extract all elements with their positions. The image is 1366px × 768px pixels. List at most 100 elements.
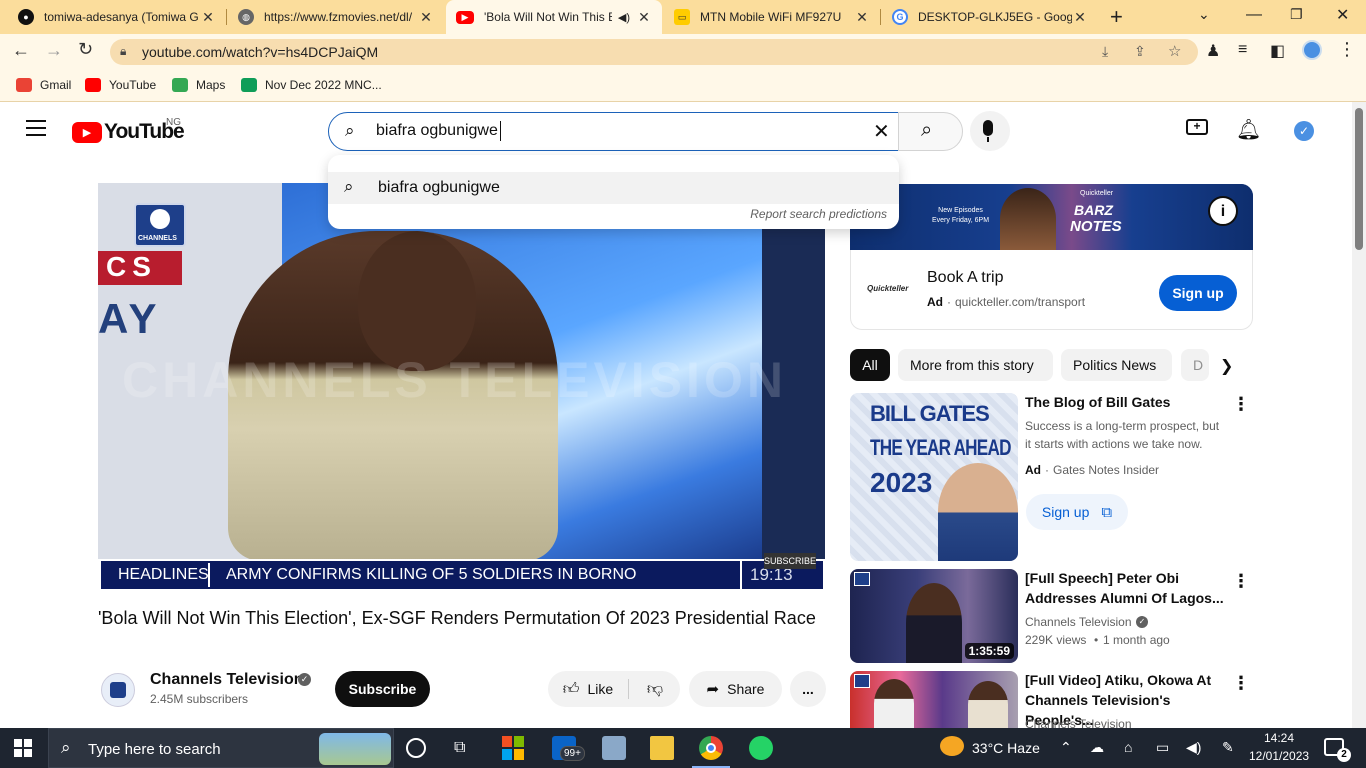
chrome-menu-icon[interactable]: ⋮	[1338, 39, 1356, 60]
close-icon[interactable]: ✕	[1072, 9, 1088, 26]
related-channel[interactable]: Channels Television	[1025, 613, 1132, 631]
ad-title[interactable]: Book A trip	[927, 269, 1004, 287]
forward-icon[interactable]: →	[45, 40, 63, 61]
notifications-bell-icon[interactable]: 🔔︎	[1236, 117, 1261, 142]
network-icon[interactable]: ⌂	[1124, 739, 1132, 755]
weather-text[interactable]: 33°C Haze	[972, 740, 1040, 756]
share-button[interactable]: ➦ Share	[689, 671, 782, 707]
github-icon: ●	[18, 9, 34, 25]
tab-separator	[226, 9, 227, 25]
related-signup-button[interactable]: Sign up ⧉	[1026, 494, 1128, 530]
chip-more-from-story[interactable]: More from this story	[898, 349, 1053, 381]
url-text[interactable]: youtube.com/watch?v=hs4DCPJaiQM	[142, 44, 378, 60]
chips-next-arrow-icon[interactable]: ❯	[1220, 356, 1233, 376]
peter-obi-thumbnail[interactable]: 1:35:59	[850, 569, 1018, 663]
channel-name[interactable]: Channels Television	[150, 671, 304, 689]
related-description: Success is a long-term prospect, but it …	[1025, 419, 1220, 451]
clock-time[interactable]: 14:24	[1264, 731, 1294, 745]
search-input-value[interactable]: biafra ogbunigwe	[376, 122, 498, 140]
clear-search-icon[interactable]: ✕	[873, 119, 890, 144]
bookmark-gmail[interactable]: Gmail	[16, 76, 71, 94]
chip-partial[interactable]: D	[1181, 349, 1209, 381]
bookmark-sheet[interactable]: Nov Dec 2022 MNC...	[241, 76, 382, 94]
microsoft-store-icon[interactable]	[502, 736, 526, 760]
subscribe-watermark[interactable]: SUBSCRIBE	[764, 553, 816, 569]
video-player[interactable]: CS AY CHANNELS CHANNELS TELEVISION	[98, 183, 825, 591]
speaker-icon[interactable]: ◀)	[618, 11, 630, 24]
channel-avatar[interactable]	[101, 673, 135, 707]
tray-expand-icon[interactable]: ⌃	[1060, 739, 1072, 756]
whatsapp-icon[interactable]	[749, 736, 773, 760]
onedrive-icon[interactable]: ☁	[1090, 739, 1104, 756]
search-icon: ⌕	[345, 121, 355, 140]
browser-tab-mtn[interactable]: ▭ MTN Mobile WiFi MF927U ✕	[664, 0, 880, 34]
atiku-thumbnail[interactable]	[850, 671, 1018, 728]
battery-icon[interactable]: ▭	[1156, 739, 1169, 756]
dislike-button[interactable]: 👎︎	[630, 671, 680, 707]
profile-avatar[interactable]	[1302, 40, 1322, 60]
photos-icon[interactable]	[602, 736, 626, 760]
browser-tab-fzmovies[interactable]: ◍ https://www.fzmovies.net/dl/ ✕	[228, 0, 444, 34]
maps-icon	[172, 78, 188, 92]
ad-banner[interactable]: New Episodes Every Friday, 6PM Quicktell…	[850, 184, 1253, 250]
install-icon[interactable]: ⤓	[1102, 43, 1108, 60]
cortana-icon[interactable]	[406, 738, 426, 758]
new-tab-button[interactable]: +	[1110, 4, 1123, 30]
related-title[interactable]: [Full Speech] Peter Obi Addresses Alumni…	[1025, 568, 1225, 608]
back-icon[interactable]: ←	[12, 40, 30, 61]
volume-icon[interactable]: ◀)	[1186, 739, 1201, 756]
taskbar-search-box[interactable]: ⌕ Type here to search	[48, 728, 394, 768]
ad-signup-button[interactable]: Sign up	[1159, 275, 1237, 311]
pen-icon[interactable]: ✎	[1222, 739, 1234, 756]
close-icon[interactable]: ✕	[636, 9, 652, 26]
news-ticker: HEADLINES ARMY CONFIRMS KILLING OF 5 SOL…	[98, 553, 825, 591]
related-title[interactable]: The Blog of Bill Gates	[1025, 392, 1225, 412]
file-explorer-icon[interactable]	[650, 736, 674, 760]
chip-politics-news[interactable]: Politics News	[1061, 349, 1172, 381]
close-icon[interactable]: ✕	[854, 9, 870, 26]
lock-icon[interactable]: 🔒︎	[120, 44, 126, 59]
like-button[interactable]: 👍︎ Like	[548, 671, 628, 707]
windows-start-icon[interactable]	[14, 739, 32, 757]
search-input[interactable]: ⌕ biafra ogbunigwe ✕	[328, 112, 899, 151]
ad-info-icon[interactable]: i	[1208, 196, 1238, 226]
side-panel-icon[interactable]: ◧	[1270, 41, 1285, 61]
voice-search-button[interactable]	[970, 111, 1010, 151]
browser-tab-youtube[interactable]: ▶ 'Bola Will Not Win This E ◀) ✕	[446, 0, 662, 34]
create-video-icon[interactable]: +	[1186, 119, 1208, 135]
chrome-icon[interactable]	[699, 736, 723, 760]
weather-icon[interactable]	[940, 736, 964, 756]
reload-icon[interactable]: ↻	[78, 39, 93, 60]
window-close-button[interactable]: ✕	[1336, 5, 1349, 25]
task-view-icon[interactable]: ⧉	[454, 739, 465, 757]
more-options-icon[interactable]: ⋮	[1232, 394, 1250, 415]
extension-icon[interactable]: ♟	[1206, 41, 1220, 61]
more-options-icon[interactable]: ⋮	[1232, 571, 1250, 592]
close-icon[interactable]: ✕	[418, 9, 434, 26]
more-options-icon[interactable]: ⋮	[1232, 673, 1250, 694]
more-actions-button[interactable]: ...	[790, 671, 826, 707]
bill-gates-thumbnail[interactable]: BILL GATES THE YEAR AHEAD 2023	[850, 393, 1018, 561]
restore-button[interactable]: ❐	[1290, 6, 1303, 23]
bookmark-maps[interactable]: Maps	[172, 76, 225, 94]
subscribe-button[interactable]: Subscribe	[335, 671, 430, 707]
suggestion-item[interactable]: ⌕ biafra ogbunigwe	[328, 172, 899, 204]
chip-all[interactable]: All	[850, 349, 890, 381]
bookmark-star-icon[interactable]: ☆	[1168, 42, 1181, 60]
account-avatar[interactable]: ✓	[1294, 121, 1314, 141]
hamburger-menu-icon[interactable]	[26, 120, 46, 136]
media-control-icon[interactable]: ≡	[1238, 41, 1247, 59]
close-icon[interactable]: ✕	[200, 9, 216, 26]
browser-tab-github[interactable]: ● tomiwa-adesanya (Tomiwa G ✕	[8, 0, 226, 34]
scrollbar-thumb[interactable]	[1355, 108, 1363, 250]
minimize-button[interactable]: —	[1246, 6, 1262, 24]
search-button[interactable]: ⌕	[898, 112, 963, 151]
share-icon[interactable]: ⇪	[1134, 43, 1146, 60]
bookmark-youtube[interactable]: YouTube	[85, 76, 156, 94]
clock-date[interactable]: 12/01/2023	[1249, 749, 1309, 763]
address-bar[interactable]: 🔒︎ youtube.com/watch?v=hs4DCPJaiQM ⤓ ⇪ ☆	[110, 39, 1198, 65]
ad-card[interactable]: Quickteller Book A trip Ad · quickteller…	[850, 250, 1253, 330]
tab-search-icon[interactable]: ⌄	[1198, 6, 1210, 23]
browser-tab-google[interactable]: G DESKTOP-GLKJ5EG - Google ✕	[882, 0, 1098, 34]
report-predictions-link[interactable]: Report search predictions	[750, 207, 887, 221]
